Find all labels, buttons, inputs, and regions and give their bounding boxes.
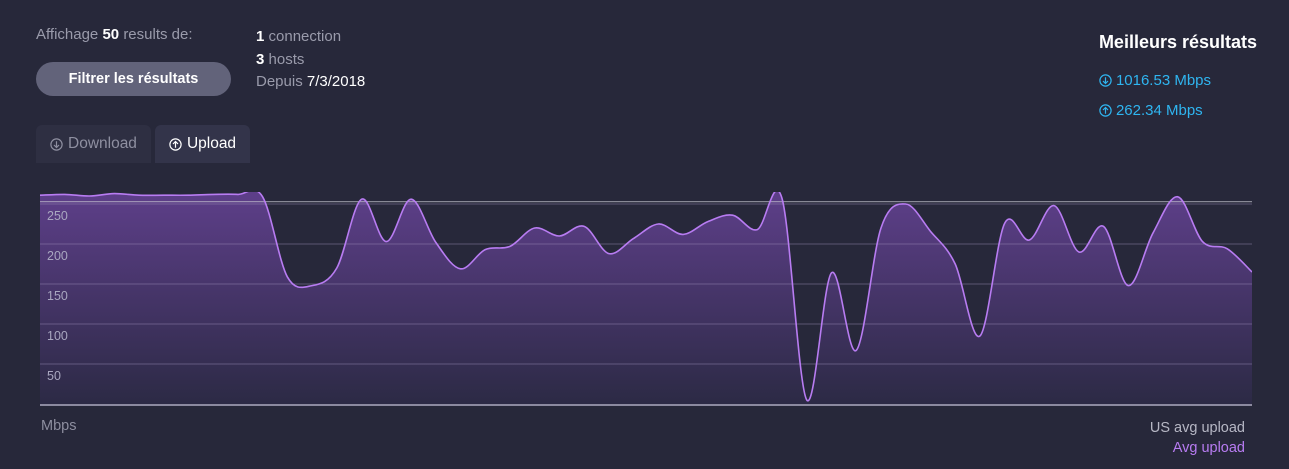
since-label: Depuis <box>256 73 303 90</box>
hosts-count: 3 <box>256 50 265 68</box>
tab-download[interactable]: Download <box>36 125 151 163</box>
y-tick-label-50: 50 <box>47 369 61 383</box>
arrow-down-circle-icon <box>1099 73 1112 87</box>
connections-count: 1 <box>256 28 265 45</box>
arrow-down-circle-icon <box>50 137 63 151</box>
avg-upload-area <box>40 192 1252 404</box>
hosts-line: 3 hosts <box>256 49 365 72</box>
y-tick-label-100: 100 <box>47 329 68 343</box>
arrow-up-circle-icon <box>1099 103 1112 117</box>
summary-suffix: results de: <box>123 26 193 43</box>
connections-label: connection <box>268 28 342 45</box>
arrow-up-circle-icon <box>169 137 182 151</box>
legend-avg-upload: Avg upload <box>1172 440 1245 456</box>
tab-upload[interactable]: Upload <box>154 125 251 163</box>
y-tick-label-250: 250 <box>47 209 68 223</box>
connections-line: 1 connection <box>256 26 365 49</box>
legend-us-avg-upload: US avg upload <box>1149 420 1245 436</box>
y-tick-label-200: 200 <box>47 249 68 263</box>
best-upload-value: 262.34 Mbps <box>1115 101 1203 119</box>
y-tick-label-150: 150 <box>47 289 68 303</box>
upload-speed-chart: 50 100 150 200 250 <box>40 192 1252 406</box>
since-date: 7/3/2018 <box>306 73 366 90</box>
hosts-label: hosts <box>268 50 305 68</box>
since-line: Depuis 7/3/2018 <box>256 71 365 94</box>
chart-tabs: Download Upload <box>36 125 251 163</box>
y-unit-label: Mbps <box>41 418 77 434</box>
results-count: 50 <box>102 26 120 43</box>
results-summary: Affichage 50 results de: <box>36 26 193 43</box>
best-download-row: 1016.53 Mbps <box>1099 65 1257 95</box>
best-upload-row: 262.34 Mbps <box>1099 95 1257 125</box>
tab-upload-label: Upload <box>186 135 237 152</box>
filter-results-button[interactable]: Filtrer les résultats <box>36 62 231 96</box>
best-download-value: 1016.53 Mbps <box>1115 71 1212 89</box>
best-results-panel: Meilleurs résultats 1016.53 Mbps 262.34 … <box>1099 32 1257 125</box>
summary-prefix: Affichage <box>36 26 99 43</box>
results-meta: 1 connection 3 hosts Depuis 7/3/2018 <box>256 26 365 94</box>
tab-download-label: Download <box>68 135 137 152</box>
chart-legend: US avg upload Avg upload <box>1150 418 1245 458</box>
best-results-title: Meilleurs résultats <box>1098 32 1257 52</box>
